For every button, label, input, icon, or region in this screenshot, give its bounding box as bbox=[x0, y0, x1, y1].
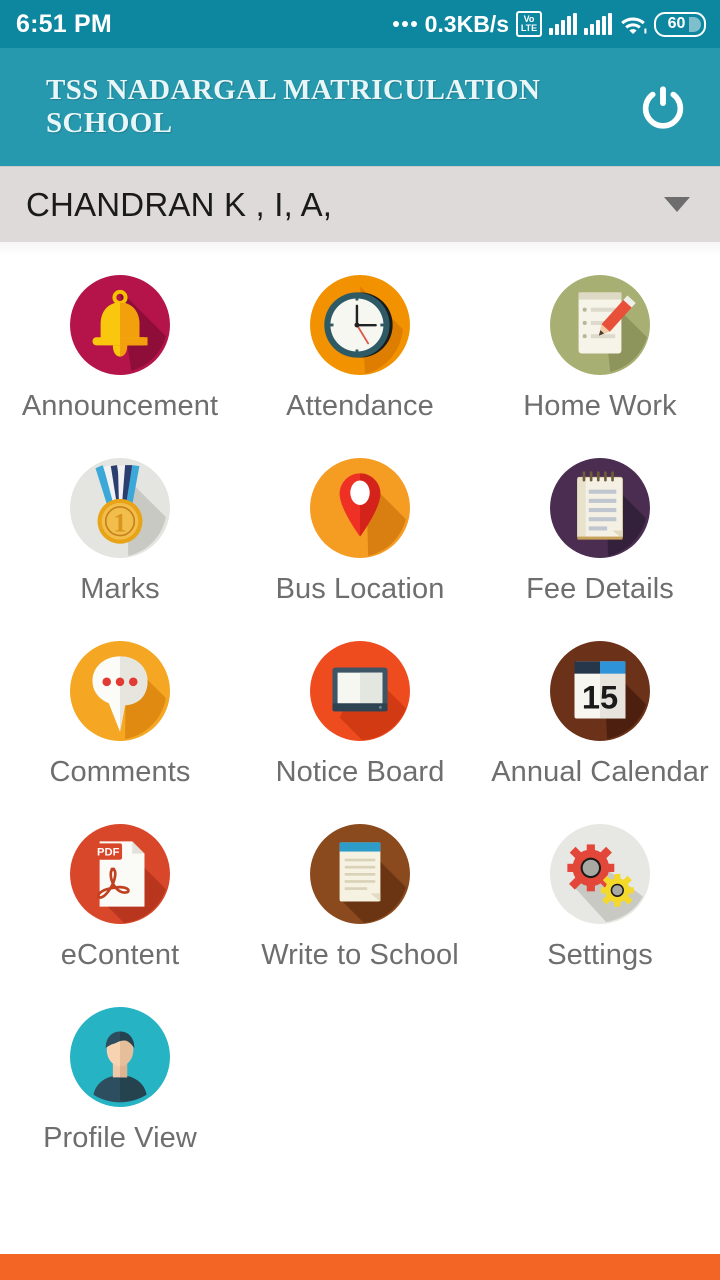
menu-item-label: Comments bbox=[49, 756, 191, 788]
menu-item-attendance[interactable]: Attendance bbox=[240, 274, 480, 457]
app-bar: TSS NADARGAL MATRICULATION SCHOOL bbox=[0, 48, 720, 166]
signal-bars-sim2-icon bbox=[584, 13, 612, 35]
menu-item-label: Bus Location bbox=[275, 573, 445, 605]
pdf-label: PDF bbox=[97, 847, 120, 859]
volte-bottom-label: LTE bbox=[520, 23, 538, 33]
status-time: 6:51 PM bbox=[16, 9, 112, 38]
network-activity-icon bbox=[392, 21, 417, 27]
menu-item-profile-view[interactable]: Profile View bbox=[0, 1006, 240, 1189]
medal-number: 1 bbox=[113, 507, 126, 537]
battery-cap bbox=[689, 16, 701, 32]
chevron-down-icon[interactable] bbox=[664, 197, 690, 212]
menu-item-label: Home Work bbox=[523, 390, 677, 422]
wifi-icon bbox=[619, 13, 647, 35]
menu-item-marks[interactable]: 1 Marks bbox=[0, 457, 240, 640]
menu-item-label: Annual Calendar bbox=[491, 756, 709, 788]
status-bar: 6:51 PM 0.3KB/s Vo LTE 60 bbox=[0, 0, 720, 48]
speech-bubble-icon bbox=[69, 640, 171, 742]
menu-item-label: Announcement bbox=[21, 390, 219, 422]
bottom-accent-bar bbox=[0, 1254, 720, 1280]
menu-item-econtent[interactable]: PDF eContent bbox=[0, 823, 240, 1006]
menu-item-settings[interactable]: Settings bbox=[480, 823, 720, 1006]
network-speed-label: 0.3KB/s bbox=[424, 10, 509, 37]
clock-icon bbox=[309, 274, 411, 376]
menu-item-label: Fee Details bbox=[526, 573, 674, 605]
page-title: TSS NADARGAL MATRICULATION SCHOOL bbox=[46, 74, 541, 139]
menu-item-annual-calendar[interactable]: 15 Annual Calendar bbox=[480, 640, 720, 823]
whiteboard-icon bbox=[309, 640, 411, 742]
menu-item-notice-board[interactable]: Notice Board bbox=[240, 640, 480, 823]
medal-icon: 1 bbox=[69, 457, 171, 559]
power-icon bbox=[642, 86, 683, 129]
notepad-pencil-icon bbox=[549, 274, 651, 376]
menu-item-home-work[interactable]: Home Work bbox=[480, 274, 720, 457]
writing-pad-icon bbox=[309, 823, 411, 925]
gears-icon bbox=[549, 823, 651, 925]
menu-item-bus-location[interactable]: Bus Location bbox=[240, 457, 480, 640]
menu-grid: Announcement Attendance Home Work 1 Mark… bbox=[0, 256, 720, 1189]
menu-item-label: Notice Board bbox=[275, 756, 445, 788]
menu-item-label: Attendance bbox=[286, 390, 434, 422]
battery-percent-label: 60 bbox=[667, 15, 686, 32]
selected-student-label: CHANDRAN K , I, A, bbox=[26, 185, 333, 223]
signal-bars-sim1-icon bbox=[549, 13, 577, 35]
menu-item-label: Settings bbox=[547, 939, 653, 971]
selector-shadow bbox=[0, 242, 720, 256]
logout-button[interactable] bbox=[636, 78, 690, 136]
volte-icon: Vo LTE bbox=[516, 11, 542, 37]
menu-item-fee-details[interactable]: Fee Details bbox=[480, 457, 720, 640]
status-icons: 0.3KB/s Vo LTE 60 bbox=[392, 10, 706, 38]
menu-item-label: eContent bbox=[60, 939, 180, 971]
menu-item-label: Marks bbox=[80, 573, 160, 605]
bell-icon bbox=[69, 274, 171, 376]
notebook-icon bbox=[549, 457, 651, 559]
calendar-icon: 15 bbox=[549, 640, 651, 742]
menu-item-label: Write to School bbox=[261, 939, 459, 971]
user-avatar-icon bbox=[69, 1006, 171, 1108]
student-selector-dropdown[interactable]: CHANDRAN K , I, A, bbox=[0, 166, 720, 242]
menu-item-comments[interactable]: Comments bbox=[0, 640, 240, 823]
menu-item-announcement[interactable]: Announcement bbox=[0, 274, 240, 457]
menu-item-write-to-school[interactable]: Write to School bbox=[240, 823, 480, 1006]
map-pin-icon bbox=[309, 457, 411, 559]
battery-icon: 60 bbox=[654, 11, 706, 37]
app-root: 6:51 PM 0.3KB/s Vo LTE 60 TSS NADARGAL M… bbox=[0, 0, 720, 1280]
menu-item-label: Profile View bbox=[43, 1122, 197, 1154]
pdf-icon: PDF bbox=[69, 823, 171, 925]
calendar-day-number: 15 bbox=[582, 678, 618, 715]
